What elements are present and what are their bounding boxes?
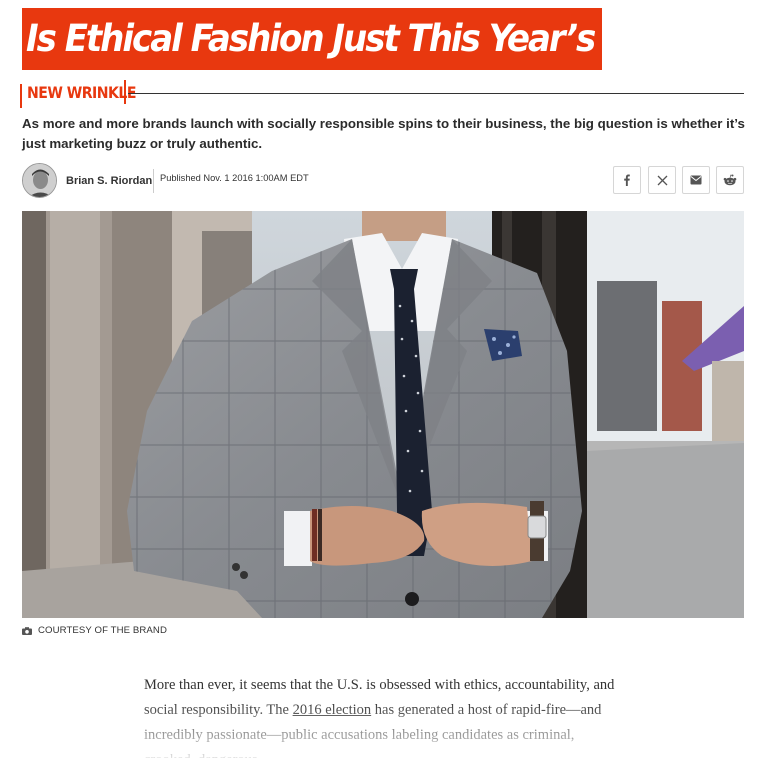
byline-divider [153, 169, 154, 193]
article-paragraph: More than ever, it seems that the U.S. i… [144, 673, 624, 758]
rubric-link[interactable]: NEW WRINKLE [27, 83, 136, 102]
headline-banner: Is Ethical Fashion Just This Year’s Mode… [22, 8, 602, 70]
rubric-left-rule [20, 84, 22, 108]
article-body: More than ever, it seems that the U.S. i… [144, 673, 624, 758]
publish-date: Published Nov. 1 2016 1:00AM EDT [160, 173, 309, 183]
share-email-button[interactable] [682, 166, 710, 194]
rubric-divider [128, 93, 744, 94]
byline: Brian S. Riordan Published Nov. 1 2016 1… [22, 163, 744, 199]
camera-icon [22, 627, 32, 635]
article-hero-photo [22, 211, 744, 618]
photo-caption: COURTESY OF THE BRAND [38, 625, 167, 636]
author-avatar[interactable] [22, 163, 57, 198]
share-x-button[interactable] [648, 166, 676, 194]
facebook-icon [624, 174, 630, 186]
article-dek: As more and more brands launch with soci… [22, 116, 745, 151]
share-facebook-button[interactable] [613, 166, 641, 194]
rubric-row: NEW WRINKLE [20, 80, 744, 108]
x-icon [657, 175, 667, 185]
rubric-right-rule [124, 80, 126, 104]
election-link[interactable]: 2016 election [293, 702, 372, 718]
author-name[interactable]: Brian S. Riordan [66, 175, 152, 187]
reddit-icon [723, 174, 737, 186]
share-reddit-button[interactable] [716, 166, 744, 194]
email-icon [690, 175, 702, 185]
page-title: Is Ethical Fashion Just This Year’s Mode… [26, 17, 602, 60]
